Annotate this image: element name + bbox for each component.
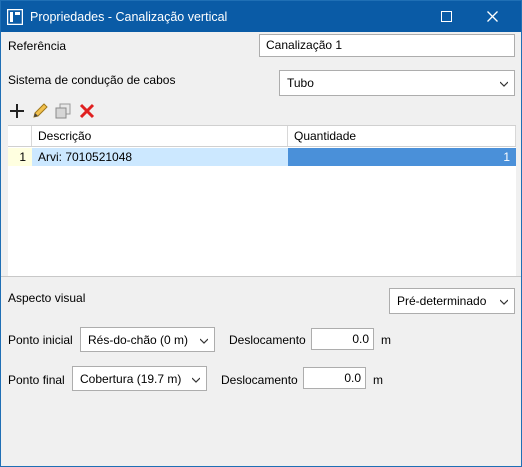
- x-icon: [79, 103, 95, 119]
- delete-button[interactable]: [77, 101, 97, 121]
- column-quantity-label: Quantidade: [294, 129, 357, 143]
- start-point-label: Ponto inicial: [8, 333, 73, 347]
- table-row-description[interactable]: Arvi: 7010521048: [32, 148, 288, 166]
- row-index[interactable]: 1: [8, 148, 32, 166]
- end-point-value: Cobertura (19.7 m): [80, 372, 182, 386]
- column-header-description[interactable]: Descrição: [32, 126, 288, 146]
- maximize-icon: [440, 11, 452, 22]
- description-cell: Arvi: 7010521048: [38, 150, 133, 164]
- cable-system-label: Sistema de condução de cabos: [8, 73, 176, 87]
- start-offset-input[interactable]: 0.0: [311, 328, 374, 350]
- reference-value: Canalização 1: [266, 38, 343, 52]
- start-point-value: Rés-do-chão (0 m): [88, 333, 189, 347]
- pencil-icon: [33, 103, 48, 118]
- properties-window: Propriedades - Canalização vertical Refe…: [0, 0, 522, 467]
- section-divider: [1, 276, 521, 277]
- chevron-down-icon: [500, 81, 508, 87]
- end-point-label: Ponto final: [8, 373, 65, 387]
- edit-button[interactable]: [30, 101, 50, 121]
- end-offset-unit: m: [373, 373, 383, 387]
- end-offset-value: 0.0: [344, 371, 361, 385]
- end-offset-input[interactable]: 0.0: [303, 367, 366, 389]
- start-point-select[interactable]: Rés-do-chão (0 m): [80, 327, 215, 352]
- cable-system-value: Tubo: [287, 76, 314, 90]
- reference-input[interactable]: Canalização 1: [259, 34, 515, 57]
- row-index-value: 1: [19, 150, 26, 164]
- start-offset-label: Deslocamento: [229, 333, 306, 347]
- copy-icon: [55, 103, 71, 119]
- start-offset-unit: m: [381, 333, 391, 347]
- column-description-label: Descrição: [38, 129, 92, 143]
- cable-system-select[interactable]: Tubo: [279, 70, 515, 96]
- table-row-quantity[interactable]: 1: [288, 148, 516, 166]
- chevron-down-icon: [200, 338, 208, 344]
- title-bar: Propriedades - Canalização vertical: [1, 1, 521, 32]
- app-icon: [7, 9, 23, 25]
- row-header-corner: [8, 126, 32, 146]
- chevron-down-icon: [500, 299, 508, 305]
- header-divider: [8, 146, 516, 147]
- visual-label: Aspecto visual: [8, 291, 86, 305]
- plus-icon: [10, 104, 24, 118]
- close-icon: [486, 11, 498, 22]
- window-title: Propriedades - Canalização vertical: [30, 10, 228, 24]
- items-table[interactable]: Descrição Quantidade 1 Arvi: 7010521048 …: [8, 125, 516, 277]
- visual-select[interactable]: Pré-determinado: [389, 288, 515, 314]
- maximize-button[interactable]: [423, 1, 469, 32]
- close-button[interactable]: [469, 1, 515, 32]
- end-offset-label: Deslocamento: [221, 373, 298, 387]
- visual-value: Pré-determinado: [397, 294, 487, 308]
- column-header-quantity[interactable]: Quantidade: [288, 126, 516, 146]
- start-offset-value: 0.0: [352, 332, 369, 346]
- add-button[interactable]: [7, 101, 27, 121]
- reference-label: Referência: [8, 39, 67, 53]
- chevron-down-icon: [192, 377, 200, 383]
- quantity-cell: 1: [503, 150, 510, 164]
- end-point-select[interactable]: Cobertura (19.7 m): [72, 366, 207, 391]
- copy-button[interactable]: [53, 101, 73, 121]
